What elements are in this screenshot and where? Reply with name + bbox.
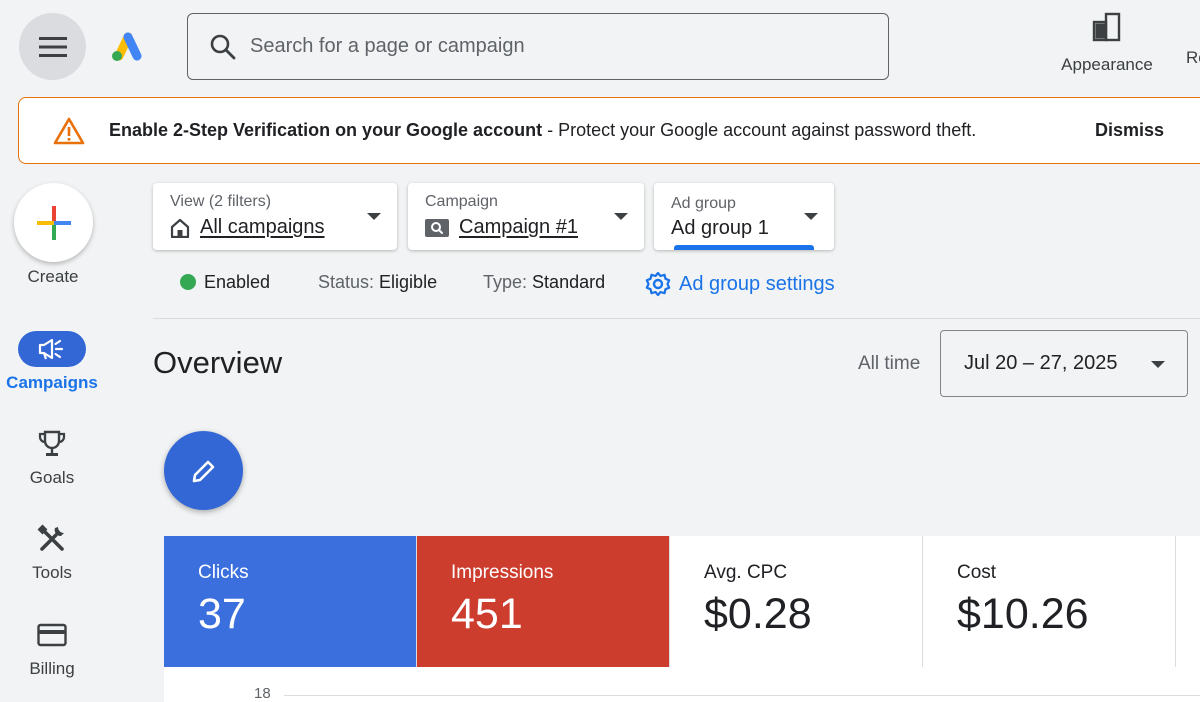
header-cut-label[interactable]: Re [1186,48,1200,68]
sidebar-item-label: Billing [29,659,75,678]
metric-value: $0.28 [704,590,812,638]
enabled-label: Enabled [204,272,271,292]
page-title: Overview [153,345,283,380]
metric-label: Clicks [198,562,249,583]
ad-group-settings-label: Ad group settings [679,272,835,295]
metric-label: Cost [957,562,997,583]
chevron-down-icon [804,213,818,220]
active-filter-indicator [674,245,814,250]
goals-pill [18,426,86,462]
billing-pill [18,617,86,653]
chevron-down-icon [1151,361,1165,368]
metric-label: Avg. CPC [704,562,788,583]
sidebar-item-goals[interactable]: Goals [0,426,104,488]
sidebar-item-billing[interactable]: Billing [0,617,104,679]
appearance-button[interactable]: Appearance [1052,12,1162,75]
view-filter-text: All campaigns [200,216,325,238]
google-ads-logo[interactable] [108,28,146,62]
trophy-icon [38,430,66,456]
appearance-icon [1092,12,1121,42]
edit-button[interactable] [164,431,243,510]
view-filter-value: All campaigns [170,216,325,239]
search-icon [210,34,236,59]
metric-card-cost[interactable]: Cost $10.26 [923,536,1176,667]
metric-card-partial[interactable] [1176,536,1200,667]
search-box[interactable] [187,13,889,80]
campaigns-pill [18,331,86,367]
warning-icon [53,117,85,144]
metric-label: Impressions [451,562,554,583]
banner-text: - Protect your Google account against pa… [542,120,977,140]
tools-icon [37,524,64,551]
banner-title: Enable 2-Step Verification on your Googl… [109,120,543,140]
eligibility-status: Status: Eligible [318,272,437,293]
enabled-status: Enabled [180,272,270,293]
credit-card-icon [37,623,67,647]
create-button[interactable] [14,183,93,262]
campaign-filter-caption: Campaign [425,193,498,210]
chart-y-tick: 18 [254,685,271,702]
view-filter-caption: View (2 filters) [170,193,272,210]
chevron-down-icon [367,213,381,220]
hamburger-menu-icon [38,36,67,57]
view-filter-dropdown[interactable]: View (2 filters) All campaigns [153,183,397,250]
sidebar-item-label: Goals [29,468,75,487]
dismiss-button[interactable]: Dismiss [1095,120,1164,141]
campaign-filter-text: Campaign #1 [459,216,578,238]
main-menu-button[interactable] [19,13,86,80]
ad-group-settings-link[interactable]: Ad group settings [645,271,835,297]
metric-value: 451 [451,590,523,638]
plus-icon [36,205,71,240]
ad-group-filter-caption: Ad group [671,195,736,212]
metric-card-avg-cpc[interactable]: Avg. CPC $0.28 [670,536,923,667]
appearance-label: Appearance [1061,55,1153,74]
metric-card-clicks[interactable]: Clicks 37 [164,536,417,667]
chevron-down-icon [614,213,628,220]
metric-card-impressions[interactable]: Impressions 451 [417,536,670,667]
create-label: Create [27,267,79,286]
enabled-dot-icon [180,274,196,290]
gear-icon [645,271,671,297]
ad-group-filter-text: Ad group 1 [671,217,769,239]
tools-pill [18,521,86,557]
banner-message: Enable 2-Step Verification on your Googl… [109,120,976,141]
ad-group-filter-value: Ad group 1 [671,217,769,240]
home-icon [170,218,190,238]
section-divider [153,318,1200,319]
sidebar-item-label: Campaigns [6,373,98,392]
type-value: Standard [532,272,606,292]
campaigns-megaphone-icon [38,338,64,360]
metric-value: $10.26 [957,590,1089,638]
date-range-value: Jul 20 – 27, 2025 [964,352,1118,374]
chart-gridline [284,695,1200,696]
range-label: All time [858,353,921,374]
campaign-filter-value: Campaign #1 [425,216,578,239]
pencil-icon [192,460,214,482]
ad-group-filter-dropdown[interactable]: Ad group Ad group 1 [654,183,834,250]
metric-value: 37 [198,590,246,638]
google-ads-logo-icon [112,32,142,61]
date-range-picker[interactable]: Jul 20 – 27, 2025 [940,330,1188,397]
type-label: Type: [483,272,528,292]
type-status: Type: Standard [483,272,605,293]
metrics-scorecards: Clicks 37 Impressions 451 Avg. CPC $0.28… [164,536,1200,667]
search-campaign-icon [425,218,449,237]
status-label: Status: [318,272,375,292]
search-input[interactable] [250,35,850,58]
sidebar-item-label: Tools [32,563,72,582]
campaign-filter-dropdown[interactable]: Campaign Campaign #1 [408,183,644,250]
two-step-verification-banner: Enable 2-Step Verification on your Googl… [18,97,1200,164]
status-value: Eligible [379,272,438,292]
sidebar-item-tools[interactable]: Tools [0,521,104,583]
sidebar-item-campaigns[interactable]: Campaigns [0,331,104,393]
performance-chart: 18 [164,667,1200,702]
